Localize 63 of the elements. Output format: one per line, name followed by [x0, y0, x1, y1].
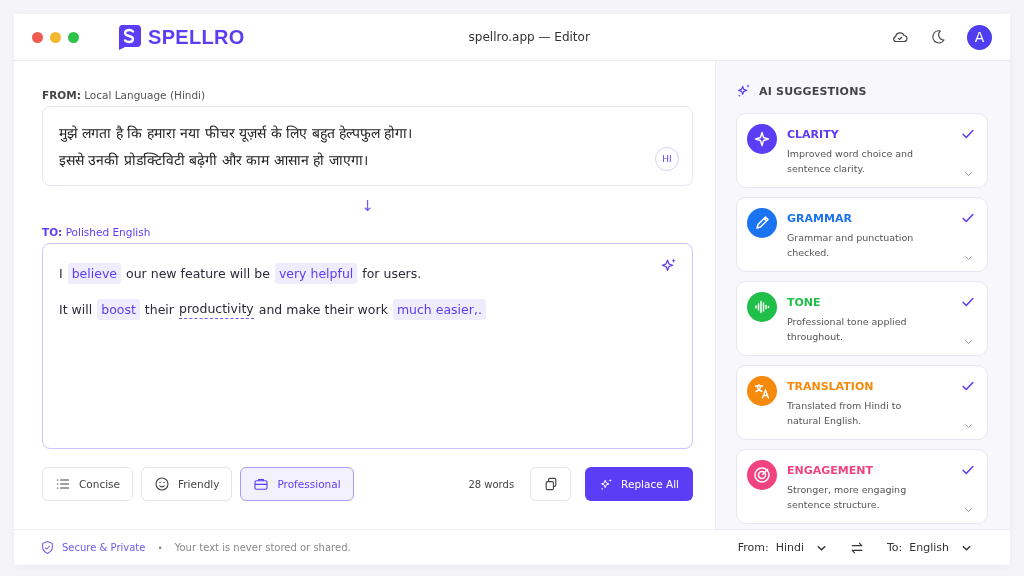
copy-button[interactable] [530, 467, 572, 501]
suggestion-card[interactable]: GRAMMAR Grammar and punctuation checked. [736, 197, 988, 272]
chevron-down-icon [961, 543, 972, 552]
smiley-icon [154, 476, 171, 492]
from-language-dropdown[interactable]: From: Hindi [737, 541, 827, 554]
maximize-dot[interactable] [68, 31, 79, 43]
source-text-box[interactable]: मुझे लगता है कि हमारा नया फीचर यूज़र्स के लिए बहुत हेल्पफुल होगा। इससे उनकी प्रोडक्टिविटी बढ़ेगी और काम आसान हो जाएगा। HI [42, 106, 693, 186]
avatar[interactable]: A [967, 24, 992, 50]
output-text: for users. [362, 265, 422, 283]
word-count: 28 words [468, 478, 515, 490]
suggestion-description: Improved word choice and sentence clarity. [787, 147, 915, 176]
output-text: It will [59, 301, 93, 319]
suggestion-title: TONE [787, 296, 822, 309]
brand-name: SPELLRO [148, 25, 245, 49]
down-arrow: ↓ [361, 197, 374, 215]
moon-icon[interactable] [929, 28, 947, 46]
suggestion-card[interactable]: TRANSLATION Translated from Hindi to natural English. [736, 365, 988, 440]
security-label: Secure & Private [62, 542, 146, 553]
highlighted-phrase[interactable]: very helpful [274, 263, 358, 284]
suggestion-title: GRAMMAR [787, 212, 853, 225]
highlighted-phrase[interactable]: boost [97, 299, 140, 320]
suggestion-title: ENGAGEMENT [787, 464, 874, 477]
output-text-box[interactable]: I believe our new feature will be very helpful for users. It will boost their productivity and make their work much easier,. [42, 243, 693, 449]
suggestion-card[interactable]: ENGAGEMENT Stronger, more engaging sentence structure. [736, 449, 988, 524]
tone-button[interactable]: Friendly [141, 467, 233, 501]
source-text-line: मुझे लगता है कि हमारा नया फीचर यूज़र्स के लिए बहुत हेल्पफुल होगा। [59, 124, 413, 145]
suggestion-description: Translated from Hindi to natural English. [787, 399, 903, 428]
highlighted-phrase[interactable]: much easier,. [392, 299, 486, 320]
suggestion-title: CLARITY [787, 128, 840, 141]
output-text: I [59, 265, 63, 283]
tone-button[interactable]: Concise [42, 467, 134, 501]
close-dot[interactable] [32, 31, 43, 43]
briefcase-icon [253, 476, 270, 492]
minimize-dot[interactable] [50, 31, 61, 43]
bullet-separator: • [157, 542, 163, 553]
suggestion-description: Stronger, more engaging sentence structure. [787, 483, 908, 512]
output-text: their [144, 301, 174, 319]
source-text-line: इससे उनकी प्रोडक्टिविटी बढ़ेगी और काम आसान हो जाएगा। [59, 151, 368, 170]
chevron-down-icon[interactable] [963, 339, 973, 345]
suggestions-title: AI SUGGESTIONS [759, 84, 867, 98]
highlighted-phrase[interactable]: believe [67, 263, 122, 284]
target-label: TO: Polished English [42, 226, 152, 238]
tone-button[interactable]: Professional [240, 467, 354, 501]
suggestion-description: Grammar and punctuation checked. [787, 231, 915, 260]
shield-check-icon [40, 540, 55, 555]
privacy-note: Your text is never stored or shared. [174, 542, 351, 553]
replace-all-button[interactable]: Replace All [585, 467, 693, 501]
chevron-down-icon[interactable] [963, 507, 973, 513]
chevron-down-icon [816, 543, 827, 552]
suggestion-card[interactable]: CLARITY Improved word choice and sentence clarity. [736, 113, 988, 188]
output-text: and make their work [258, 301, 388, 319]
suggestion-card[interactable]: TONE Professional tone applied throughout. [736, 281, 988, 356]
suggestion-description: Professional tone applied throughout. [787, 315, 908, 344]
chevron-down-icon[interactable] [963, 255, 973, 261]
to-language-dropdown[interactable]: To: English [887, 541, 972, 554]
window-title: spellro.app — Editor [468, 30, 591, 44]
suggestion-title: TRANSLATION [787, 380, 875, 393]
chevron-down-icon[interactable] [963, 171, 973, 177]
underlined-word[interactable]: productivity [179, 300, 254, 319]
chevron-down-icon[interactable] [963, 423, 973, 429]
source-label: FROM: Local Language (Hindi) [42, 89, 207, 101]
output-text: our new feature will be [126, 265, 270, 283]
list-icon [55, 476, 71, 492]
